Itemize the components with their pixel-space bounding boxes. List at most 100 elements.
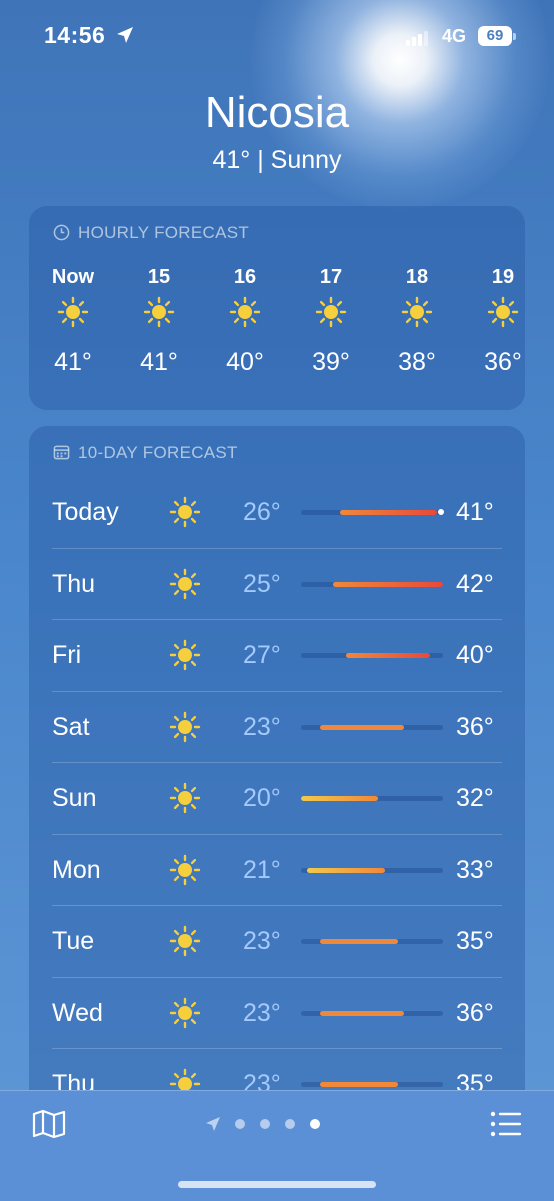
hour-temp: 36° <box>484 348 522 376</box>
day-label: Today <box>52 498 119 526</box>
forecast-row[interactable]: Today 26° 41° <box>29 476 525 547</box>
status-bar: 14:56 4G 69 <box>0 0 554 70</box>
day-label: Mon <box>52 855 101 884</box>
high-temp: 42° <box>456 569 494 598</box>
clock-icon <box>53 224 70 246</box>
daily-header-label: 10-DAY FORECAST <box>78 443 238 462</box>
hourly-item: 17 39° <box>291 266 371 377</box>
page-dot[interactable] <box>285 1118 295 1129</box>
row-divider <box>52 762 502 763</box>
high-temp: 36° <box>456 712 494 741</box>
hourly-item: 15 41° <box>119 266 199 377</box>
temp-range-fill <box>346 653 431 658</box>
current-location-page-icon[interactable] <box>205 1116 221 1132</box>
current-conditions: 41° | Sunny <box>212 146 342 174</box>
hour-icon <box>119 296 199 336</box>
hour-icon <box>291 296 371 336</box>
temp-range-bar <box>301 867 443 873</box>
map-icon[interactable] <box>32 1109 66 1139</box>
temp-range-bar <box>301 1082 443 1087</box>
hour-icon <box>33 296 113 336</box>
temp-range-bar <box>301 581 443 587</box>
sun-icon <box>487 296 519 328</box>
forecast-row[interactable]: Tue 23° 35° <box>29 905 525 976</box>
day-label: Sat <box>52 712 90 741</box>
hour-label: 19 <box>491 266 515 288</box>
high-temp: 32° <box>456 784 494 812</box>
page-dot[interactable] <box>235 1118 245 1129</box>
location-arrow-icon <box>117 27 133 43</box>
high-temp: 33° <box>456 855 494 884</box>
high-temp: 41° <box>456 498 494 526</box>
sun-icon <box>169 568 201 599</box>
forecast-row[interactable]: Wed 23° 36° <box>29 976 525 1048</box>
day-icon <box>169 496 201 533</box>
hour-label: 18 <box>405 266 429 288</box>
low-temp: 23° <box>243 927 281 955</box>
hour-temp: 41° <box>140 348 178 376</box>
temp-range-bar <box>301 939 443 944</box>
home-indicator <box>178 1181 376 1188</box>
city-name: Nicosia <box>204 88 350 137</box>
temp-range-fill <box>307 867 385 873</box>
sun-icon <box>143 296 175 328</box>
forecast-row[interactable]: Thu 25° 42° <box>29 547 525 619</box>
temp-range-bar <box>301 1010 443 1016</box>
row-divider <box>52 905 502 906</box>
hourly-item: 18 38° <box>377 266 457 377</box>
row-divider <box>52 1048 502 1049</box>
sun-icon <box>169 854 201 885</box>
temp-range-bar <box>301 796 443 801</box>
row-divider <box>52 833 502 835</box>
ten-day-forecast-card[interactable]: 10-DAY FORECAST Today 26° 41° Thu 25° 42° Fri 2… <box>29 426 525 1126</box>
low-temp: 21° <box>243 855 281 884</box>
row-divider <box>52 547 502 549</box>
list-icon[interactable] <box>490 1111 522 1137</box>
hourly-forecast-card[interactable]: HOURLY FORECAST Now 41° 15 41° 16 40° 17 39° 18 3… <box>29 206 525 410</box>
status-time: 14:56 <box>44 22 106 48</box>
forecast-row[interactable]: Sat 23° 36° <box>29 690 525 762</box>
forecast-row[interactable]: Fri 27° 40° <box>29 619 525 690</box>
bottom-toolbar <box>0 1090 554 1201</box>
cellular-signal-icon <box>406 28 430 46</box>
hourly-header-label: HOURLY FORECAST <box>78 223 250 242</box>
hour-temp: 39° <box>312 348 350 376</box>
hourly-item: 16 40° <box>205 266 285 377</box>
hour-icon <box>377 296 457 336</box>
sun-icon <box>169 639 201 671</box>
hourly-item: Now 41° <box>33 266 113 377</box>
temp-range-fill <box>320 939 398 944</box>
day-label: Sun <box>52 784 97 812</box>
temp-range-bar <box>301 724 443 730</box>
day-icon <box>169 568 201 605</box>
day-icon <box>169 997 201 1034</box>
temp-range-bar <box>301 510 443 515</box>
sun-icon <box>169 496 201 528</box>
low-temp: 25° <box>243 569 281 598</box>
low-temp: 26° <box>243 498 281 526</box>
sun-icon <box>57 296 89 328</box>
page-dot[interactable] <box>310 1118 320 1129</box>
day-icon <box>169 782 201 819</box>
current-temp-marker <box>437 509 444 515</box>
hour-icon <box>463 296 525 336</box>
hour-label: 16 <box>233 266 257 288</box>
day-label: Wed <box>52 998 103 1027</box>
low-temp: 27° <box>243 641 281 669</box>
sun-icon <box>169 925 201 957</box>
hour-label: 17 <box>319 266 343 288</box>
day-icon <box>169 854 201 891</box>
hour-temp: 40° <box>226 348 264 376</box>
page-indicator[interactable] <box>205 1115 335 1133</box>
temp-range-fill <box>320 724 405 730</box>
high-temp: 36° <box>456 998 494 1027</box>
page-dot[interactable] <box>260 1118 270 1129</box>
forecast-row[interactable]: Sun 20° 32° <box>29 762 525 833</box>
low-temp: 20° <box>243 784 281 812</box>
forecast-row[interactable]: Mon 21° 33° <box>29 833 525 905</box>
hour-temp: 41° <box>54 348 92 376</box>
hourly-item: 19 36° <box>463 266 525 377</box>
battery-icon: 69 <box>478 26 516 46</box>
sun-icon <box>315 296 347 328</box>
day-icon <box>169 711 201 748</box>
